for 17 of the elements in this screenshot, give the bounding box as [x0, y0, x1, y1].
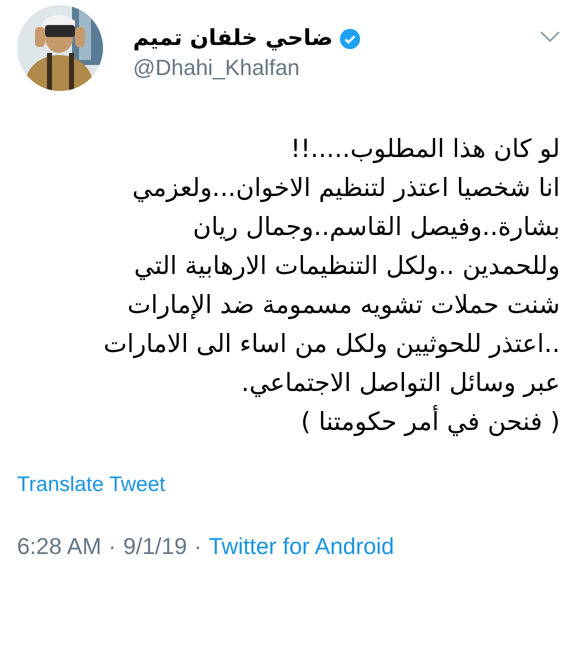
- separator-dot: ·: [108, 532, 116, 560]
- source-link[interactable]: Twitter for Android: [208, 528, 394, 563]
- tweet-text-line: ..اعتذر للحوثيين ولكل من اساء الى الامارات: [104, 328, 560, 360]
- tweet-text-line: وللحمدين ..ولكل التنظيمات الارهابية التي: [134, 250, 560, 282]
- tweet-text-line: شنت حملات تشويه مسمومة ضد الإمارات: [127, 289, 560, 322]
- tweet-time: 6:28 AM: [17, 532, 102, 560]
- tweet-date: 9/1/19: [123, 532, 188, 560]
- tweet-text-line: لو كان هذا المطلوب.....!!: [290, 133, 560, 166]
- tweet-text-line: عبر وسائل التواصل الاجتماعي.: [241, 367, 560, 400]
- separator-dot: ·: [194, 532, 202, 560]
- tweet-text-line: بشارة..وفيصل القاسم..وجمال ريان: [192, 211, 560, 244]
- chevron-down-icon[interactable]: [540, 31, 560, 43]
- author-name: ضاحي خلفان تميم: [133, 25, 333, 53]
- translate-link[interactable]: Translate Tweet: [17, 473, 166, 496]
- tweet-text-line: ( فنحن في أمر حكومتنا ): [300, 404, 560, 438]
- tweet-text-line: انا شخصيا اعتذر لتنظيم الاخوان...ولعزمي: [132, 172, 560, 204]
- author-handle[interactable]: @Dhahi_Khalfan: [133, 53, 540, 83]
